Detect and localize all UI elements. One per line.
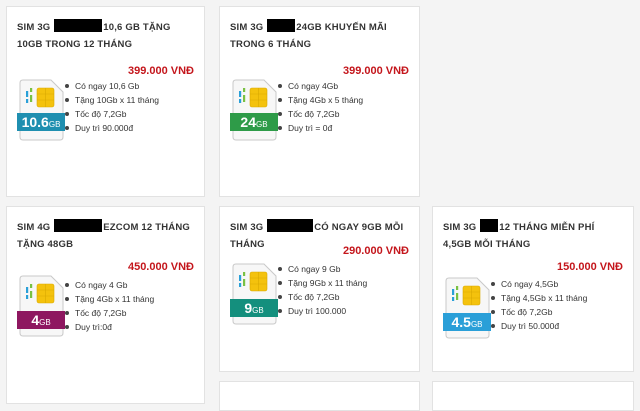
title-prefix: SIM 3G — [17, 22, 51, 33]
title-prefix: SIM 4G — [17, 222, 51, 233]
data-badge: 9GB — [230, 299, 278, 317]
product-title[interactable]: SIM 3G 10,6 GB TẶNG 10GB TRONG 12 THÁNG — [17, 19, 197, 53]
feature-item: Có ngay 4 Gb — [65, 278, 154, 292]
product-card-3[interactable]: SIM 4G EZCOM 12 THÁNG TẶNG 48GB 450.000 … — [6, 206, 205, 404]
product-price: 399.000 VNĐ — [342, 65, 409, 77]
redacted-block — [54, 219, 103, 232]
badge-unit: GB — [39, 318, 51, 327]
feature-item: Có ngay 10,6 Gb — [65, 79, 159, 93]
product-title[interactable]: SIM 4G EZCOM 12 THÁNG TẶNG 48GB — [17, 219, 197, 253]
feature-item: Duy trì = 0đ — [278, 121, 363, 135]
redacted-block — [267, 19, 296, 32]
redacted-block — [480, 219, 499, 232]
feature-list: Có ngay 10,6 Gb Tặng 10Gb x 11 tháng Tốc… — [65, 79, 159, 135]
redacted-block — [54, 19, 103, 32]
sim-card-icon: 24GB — [230, 79, 278, 141]
product-card-1[interactable]: SIM 3G 10,6 GB TẶNG 10GB TRONG 12 THÁNG … — [6, 6, 205, 197]
feature-item: Có ngay 4,5Gb — [491, 277, 587, 291]
data-badge: 24GB — [230, 113, 278, 131]
feature-item: Có ngay 9 Gb — [278, 262, 367, 276]
feature-list: Có ngay 4,5Gb Tặng 4,5Gb x 11 tháng Tốc … — [491, 277, 587, 333]
title-prefix: SIM 3G — [443, 222, 477, 233]
feature-item: Tặng 4,5Gb x 11 tháng — [491, 291, 587, 305]
product-card-2[interactable]: SIM 3G 24GB KHUYẾN MÃI TRONG 6 THÁNG 399… — [219, 6, 420, 197]
badge-number: 10.6 — [21, 114, 49, 130]
sim-card-icon: 9GB — [230, 263, 278, 325]
feature-item: Tặng 10Gb x 11 tháng — [65, 93, 159, 107]
product-price: 150.000 VNĐ — [556, 261, 623, 273]
feature-list: Có ngay 4Gb Tặng 4Gb x 5 tháng Tốc độ 7,… — [278, 79, 363, 135]
feature-item: Tặng 9Gb x 11 tháng — [278, 276, 367, 290]
product-title[interactable]: SIM 3G 12 THÁNG MIỄN PHÍ 4,5GB MỖI THÁNG — [443, 219, 623, 253]
title-prefix: SIM 3G — [230, 222, 264, 233]
sim-card-icon: 4GB — [17, 275, 65, 337]
feature-item: Tặng 4Gb x 11 tháng — [65, 292, 154, 306]
feature-item: Duy trì 90.000đ — [65, 121, 159, 135]
feature-list: Có ngay 4 Gb Tặng 4Gb x 11 tháng Tốc độ … — [65, 278, 154, 334]
badge-unit: GB — [252, 306, 264, 315]
feature-item: Có ngay 4Gb — [278, 79, 363, 93]
product-card-partial[interactable] — [219, 381, 420, 411]
title-prefix: SIM 3G — [230, 22, 264, 33]
badge-number: 4 — [31, 312, 40, 328]
redacted-block — [267, 219, 314, 232]
product-card-4[interactable]: SIM 3G CÓ NGAY 9GB MỖI THÁNG 290.000 VNĐ… — [219, 206, 420, 372]
badge-number: 9 — [244, 300, 253, 316]
sim-card-icon: 10.6GB — [17, 79, 65, 141]
feature-item: Tốc độ 7,2Gb — [278, 107, 363, 121]
product-title[interactable]: SIM 3G 24GB KHUYẾN MÃI TRONG 6 THÁNG — [230, 19, 414, 53]
data-badge: 10.6GB — [17, 113, 65, 131]
sim-card-icon: 4.5GB — [443, 277, 491, 339]
feature-item: Duy trì 100.000 — [278, 304, 367, 318]
product-price: 290.000 VNĐ — [342, 245, 409, 257]
badge-unit: GB — [256, 120, 268, 129]
feature-item: Duy trì:0đ — [65, 320, 154, 334]
feature-item: Tốc độ 7,2Gb — [278, 290, 367, 304]
feature-item: Tốc độ 7,2Gb — [65, 306, 154, 320]
feature-item: Tặng 4Gb x 5 tháng — [278, 93, 363, 107]
product-price: 450.000 VNĐ — [127, 261, 194, 273]
badge-number: 4.5 — [451, 314, 471, 330]
feature-item: Tốc độ 7,2Gb — [65, 107, 159, 121]
product-price: 399.000 VNĐ — [127, 65, 194, 77]
badge-unit: GB — [470, 320, 483, 329]
feature-item: Duy trì 50.000đ — [491, 319, 587, 333]
feature-item: Tốc độ 7,2Gb — [491, 305, 587, 319]
feature-list: Có ngay 9 Gb Tặng 9Gb x 11 tháng Tốc độ … — [278, 262, 367, 318]
badge-number: 24 — [240, 114, 256, 130]
data-badge: 4.5GB — [443, 313, 491, 331]
product-card-5[interactable]: SIM 3G 12 THÁNG MIỄN PHÍ 4,5GB MỖI THÁNG… — [432, 206, 634, 372]
product-card-partial[interactable] — [432, 381, 634, 411]
badge-unit: GB — [48, 120, 61, 129]
data-badge: 4GB — [17, 311, 65, 329]
